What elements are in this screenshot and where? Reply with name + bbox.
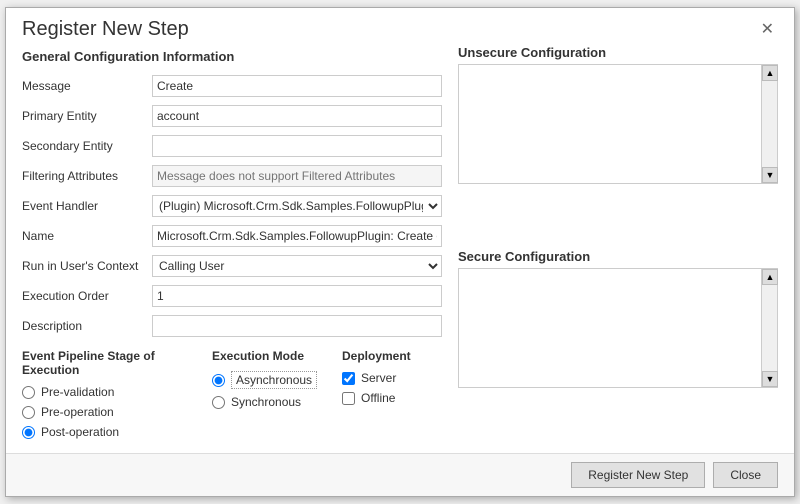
secure-config-box: ▲ ▼ — [458, 268, 778, 388]
footer-bar: Register New Step Close — [6, 453, 794, 496]
async-label: Asynchronous — [231, 371, 317, 389]
description-input[interactable] — [152, 315, 442, 337]
register-step-dialog: Register New Step ✕ General Configuratio… — [5, 7, 795, 497]
exec-mode-title: Execution Mode — [212, 349, 342, 363]
run-context-control: Calling User — [152, 255, 442, 277]
sync-label: Synchronous — [231, 395, 301, 409]
pre-operation-row: Pre-operation — [22, 405, 212, 419]
deployment-title: Deployment — [342, 349, 442, 363]
filtering-control — [152, 165, 442, 187]
general-section-title: General Configuration Information — [22, 49, 442, 64]
event-handler-select[interactable]: (Plugin) Microsoft.Crm.Sdk.Samples.Follo… — [152, 195, 442, 217]
unsecure-section: Unsecure Configuration ▲ ▼ — [458, 45, 778, 241]
unsecure-title: Unsecure Configuration — [458, 45, 778, 60]
description-control — [152, 315, 442, 337]
filtering-input[interactable] — [152, 165, 442, 187]
primary-entity-row: Primary Entity — [22, 104, 442, 128]
post-operation-radio[interactable] — [22, 426, 35, 439]
pre-operation-label: Pre-operation — [41, 405, 114, 419]
pipeline-section: Event Pipeline Stage of Execution Pre-va… — [22, 349, 442, 445]
name-row: Name — [22, 224, 442, 248]
server-row: Server — [342, 371, 442, 385]
pre-validation-radio[interactable] — [22, 386, 35, 399]
event-handler-row: Event Handler (Plugin) Microsoft.Crm.Sdk… — [22, 194, 442, 218]
left-panel: General Configuration Information Messag… — [22, 45, 442, 445]
secondary-entity-input[interactable] — [152, 135, 442, 157]
server-checkbox[interactable] — [342, 372, 355, 385]
name-input[interactable] — [152, 225, 442, 247]
execution-order-label: Execution Order — [22, 289, 152, 303]
primary-entity-input[interactable] — [152, 105, 442, 127]
secondary-entity-control — [152, 135, 442, 157]
title-bar: Register New Step ✕ — [6, 8, 794, 45]
unsecure-scroll-up[interactable]: ▲ — [762, 65, 778, 81]
post-operation-label: Post-operation — [41, 425, 119, 439]
secure-section: Secure Configuration ▲ ▼ — [458, 249, 778, 445]
sync-radio[interactable] — [212, 396, 225, 409]
right-panel: Unsecure Configuration ▲ ▼ Secure Config… — [458, 45, 778, 445]
async-row: Asynchronous — [212, 371, 342, 389]
pipeline-title: Event Pipeline Stage of Execution — [22, 349, 212, 377]
unsecure-scroll-down[interactable]: ▼ — [762, 167, 778, 183]
secure-title: Secure Configuration — [458, 249, 778, 264]
event-handler-label: Event Handler — [22, 199, 152, 213]
execution-order-control — [152, 285, 442, 307]
description-row: Description — [22, 314, 442, 338]
unsecure-config-box: ▲ ▼ — [458, 64, 778, 184]
server-label: Server — [361, 371, 396, 385]
filtering-row: Filtering Attributes — [22, 164, 442, 188]
primary-entity-label: Primary Entity — [22, 109, 152, 123]
async-radio[interactable] — [212, 374, 225, 387]
pre-validation-row: Pre-validation — [22, 385, 212, 399]
secondary-entity-row: Secondary Entity — [22, 134, 442, 158]
secure-scroll-track — [762, 285, 777, 371]
unsecure-textarea[interactable] — [459, 65, 761, 183]
offline-checkbox[interactable] — [342, 392, 355, 405]
execution-order-input[interactable] — [152, 285, 442, 307]
close-button[interactable]: Close — [713, 462, 778, 488]
post-operation-row: Post-operation — [22, 425, 212, 439]
right-panel-inner: Unsecure Configuration ▲ ▼ Secure Config… — [458, 45, 778, 445]
pre-operation-radio[interactable] — [22, 406, 35, 419]
offline-row: Offline — [342, 391, 442, 405]
close-x-button[interactable]: ✕ — [757, 20, 778, 40]
primary-entity-control — [152, 105, 442, 127]
filtering-label: Filtering Attributes — [22, 169, 152, 183]
message-label: Message — [22, 79, 152, 93]
event-handler-control: (Plugin) Microsoft.Crm.Sdk.Samples.Follo… — [152, 195, 442, 217]
secure-scroll-up[interactable]: ▲ — [762, 269, 778, 285]
dialog-body: General Configuration Information Messag… — [6, 45, 794, 453]
offline-label: Offline — [361, 391, 395, 405]
deployment-col: Deployment Server Offline — [342, 349, 442, 445]
secure-scroll-down[interactable]: ▼ — [762, 371, 778, 387]
secondary-entity-label: Secondary Entity — [22, 139, 152, 153]
secure-scrollbar: ▲ ▼ — [761, 269, 777, 387]
description-label: Description — [22, 319, 152, 333]
run-context-label: Run in User's Context — [22, 259, 152, 273]
unsecure-scrollbar: ▲ ▼ — [761, 65, 777, 183]
message-row: Message — [22, 74, 442, 98]
run-context-row: Run in User's Context Calling User — [22, 254, 442, 278]
unsecure-scroll-track — [762, 81, 777, 167]
register-new-step-button[interactable]: Register New Step — [571, 462, 705, 488]
exec-mode-col: Execution Mode Asynchronous Synchronous — [212, 349, 342, 445]
run-context-select[interactable]: Calling User — [152, 255, 442, 277]
message-control — [152, 75, 442, 97]
name-control — [152, 225, 442, 247]
secure-textarea[interactable] — [459, 269, 761, 387]
pre-validation-label: Pre-validation — [41, 385, 114, 399]
dialog-title: Register New Step — [22, 18, 189, 41]
execution-order-row: Execution Order — [22, 284, 442, 308]
message-input[interactable] — [152, 75, 442, 97]
pipeline-col: Event Pipeline Stage of Execution Pre-va… — [22, 349, 212, 445]
name-label: Name — [22, 229, 152, 243]
sync-row: Synchronous — [212, 395, 342, 409]
